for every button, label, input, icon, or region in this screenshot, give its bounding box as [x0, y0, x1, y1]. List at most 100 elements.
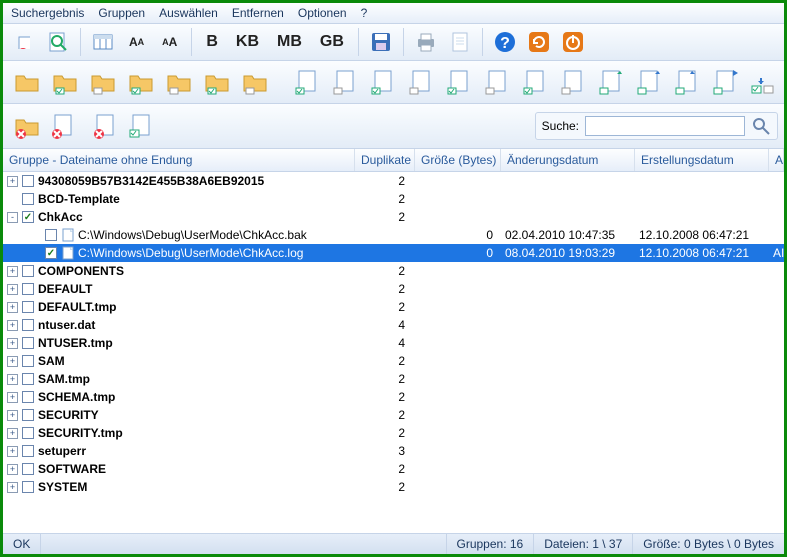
expander-icon[interactable]: +: [7, 464, 18, 475]
expander-icon[interactable]: +: [7, 176, 18, 187]
row-checkbox[interactable]: [22, 175, 34, 187]
header-duplicates[interactable]: Duplikate: [355, 149, 415, 171]
header-modified[interactable]: Änderungsdatum: [501, 149, 635, 171]
file-sel-btn-5[interactable]: [441, 64, 477, 100]
group-row[interactable]: +SYSTEM2: [3, 478, 784, 496]
menu-help[interactable]: ?: [361, 6, 368, 20]
expander-icon[interactable]: +: [7, 320, 18, 331]
folder-btn-4[interactable]: [123, 64, 159, 100]
group-row[interactable]: +SCHEMA.tmp2: [3, 388, 784, 406]
folder-btn-2[interactable]: [47, 64, 83, 100]
folder-btn-5[interactable]: [161, 64, 197, 100]
row-checkbox[interactable]: [22, 193, 34, 205]
menu-auswaehlen[interactable]: Auswählen: [159, 6, 218, 20]
folder-btn-6[interactable]: [199, 64, 235, 100]
folder-btn-7[interactable]: [237, 64, 273, 100]
row-checkbox[interactable]: [22, 319, 34, 331]
file-row[interactable]: C:\Windows\Debug\UserMode\ChkAcc.bak002.…: [3, 226, 784, 244]
row-checkbox[interactable]: [22, 301, 34, 313]
header-attributes[interactable]: Attribute: [769, 149, 784, 171]
unit-mb-button[interactable]: MB: [270, 27, 309, 57]
group-row[interactable]: +setuperr3: [3, 442, 784, 460]
row-checkbox[interactable]: [22, 409, 34, 421]
group-row[interactable]: +94308059B57B3142E455B38A6EB920152: [3, 172, 784, 190]
group-row[interactable]: +DEFAULT2: [3, 280, 784, 298]
menu-optionen[interactable]: Optionen: [298, 6, 347, 20]
delete-folder-button[interactable]: [9, 108, 45, 144]
expander-icon[interactable]: +: [7, 446, 18, 457]
expander-icon[interactable]: +: [7, 302, 18, 313]
group-row[interactable]: +SECURITY2: [3, 406, 784, 424]
group-row[interactable]: -ChkAcc2: [3, 208, 784, 226]
save-button[interactable]: [366, 27, 396, 57]
expander-icon[interactable]: +: [7, 410, 18, 421]
file-sel-btn-10[interactable]: [631, 64, 667, 100]
expander-icon[interactable]: +: [7, 266, 18, 277]
font-smaller-button[interactable]: AA: [122, 27, 151, 57]
unit-kb-button[interactable]: KB: [229, 27, 266, 57]
row-checkbox[interactable]: [45, 247, 57, 259]
file-sel-btn-9[interactable]: [593, 64, 629, 100]
delete-file-3-button[interactable]: [123, 108, 159, 144]
file-sel-btn-13[interactable]: [745, 64, 781, 100]
row-checkbox[interactable]: [22, 481, 34, 493]
expander-icon[interactable]: +: [7, 392, 18, 403]
unit-gb-button[interactable]: GB: [313, 27, 351, 57]
file-sel-btn-12[interactable]: [707, 64, 743, 100]
delete-file-1-button[interactable]: [45, 108, 81, 144]
group-row[interactable]: +ntuser.dat4: [3, 316, 784, 334]
file-sel-btn-6[interactable]: [479, 64, 515, 100]
new-doc-button[interactable]: [445, 27, 475, 57]
row-checkbox[interactable]: [22, 283, 34, 295]
print-button[interactable]: [411, 27, 441, 57]
folder-btn-1[interactable]: [9, 64, 45, 100]
row-checkbox[interactable]: [22, 337, 34, 349]
search-icon[interactable]: [751, 116, 771, 136]
row-checkbox[interactable]: [22, 427, 34, 439]
expander-icon[interactable]: -: [7, 212, 18, 223]
row-checkbox[interactable]: [22, 373, 34, 385]
row-checkbox[interactable]: [45, 229, 57, 241]
find-button[interactable]: [43, 27, 73, 57]
expander-icon[interactable]: [7, 194, 18, 205]
search-input[interactable]: [585, 116, 745, 136]
menu-entfernen[interactable]: Entfernen: [232, 6, 284, 20]
help-button[interactable]: ?: [490, 27, 520, 57]
expander-icon[interactable]: +: [7, 356, 18, 367]
columns-button[interactable]: [88, 27, 118, 57]
font-larger-button[interactable]: AA: [155, 27, 184, 57]
header-name[interactable]: Gruppe - Dateiname ohne Endung: [3, 149, 355, 171]
delete-file-2-button[interactable]: [87, 108, 123, 144]
group-row[interactable]: +DEFAULT.tmp2: [3, 298, 784, 316]
row-checkbox[interactable]: [22, 211, 34, 223]
row-checkbox[interactable]: [22, 391, 34, 403]
delete-files-button[interactable]: [9, 27, 39, 57]
header-size[interactable]: Größe (Bytes): [415, 149, 501, 171]
group-row[interactable]: +SECURITY.tmp2: [3, 424, 784, 442]
group-row[interactable]: +SAM.tmp2: [3, 370, 784, 388]
row-checkbox[interactable]: [22, 445, 34, 457]
row-checkbox[interactable]: [22, 265, 34, 277]
header-created[interactable]: Erstellungsdatum: [635, 149, 769, 171]
group-row[interactable]: BCD-Template2: [3, 190, 784, 208]
group-row[interactable]: +NTUSER.tmp4: [3, 334, 784, 352]
file-sel-btn-3[interactable]: [365, 64, 401, 100]
expander-icon[interactable]: +: [7, 428, 18, 439]
file-sel-btn-2[interactable]: [327, 64, 363, 100]
group-row[interactable]: +COMPONENTS2: [3, 262, 784, 280]
row-checkbox[interactable]: [22, 463, 34, 475]
menu-gruppen[interactable]: Gruppen: [98, 6, 145, 20]
row-checkbox[interactable]: [22, 355, 34, 367]
expander-icon[interactable]: +: [7, 482, 18, 493]
group-row[interactable]: +SAM2: [3, 352, 784, 370]
result-grid[interactable]: +94308059B57B3142E455B38A6EB920152BCD-Te…: [3, 172, 784, 533]
power-button[interactable]: [558, 27, 588, 57]
file-sel-btn-4[interactable]: [403, 64, 439, 100]
menu-suchergebnis[interactable]: Suchergebnis: [11, 6, 84, 20]
group-row[interactable]: +SOFTWARE2: [3, 460, 784, 478]
file-row[interactable]: C:\Windows\Debug\UserMode\ChkAcc.log008.…: [3, 244, 784, 262]
file-sel-btn-7[interactable]: [517, 64, 553, 100]
file-sel-btn-11[interactable]: [669, 64, 705, 100]
file-sel-btn-1[interactable]: [289, 64, 325, 100]
folder-btn-3[interactable]: [85, 64, 121, 100]
